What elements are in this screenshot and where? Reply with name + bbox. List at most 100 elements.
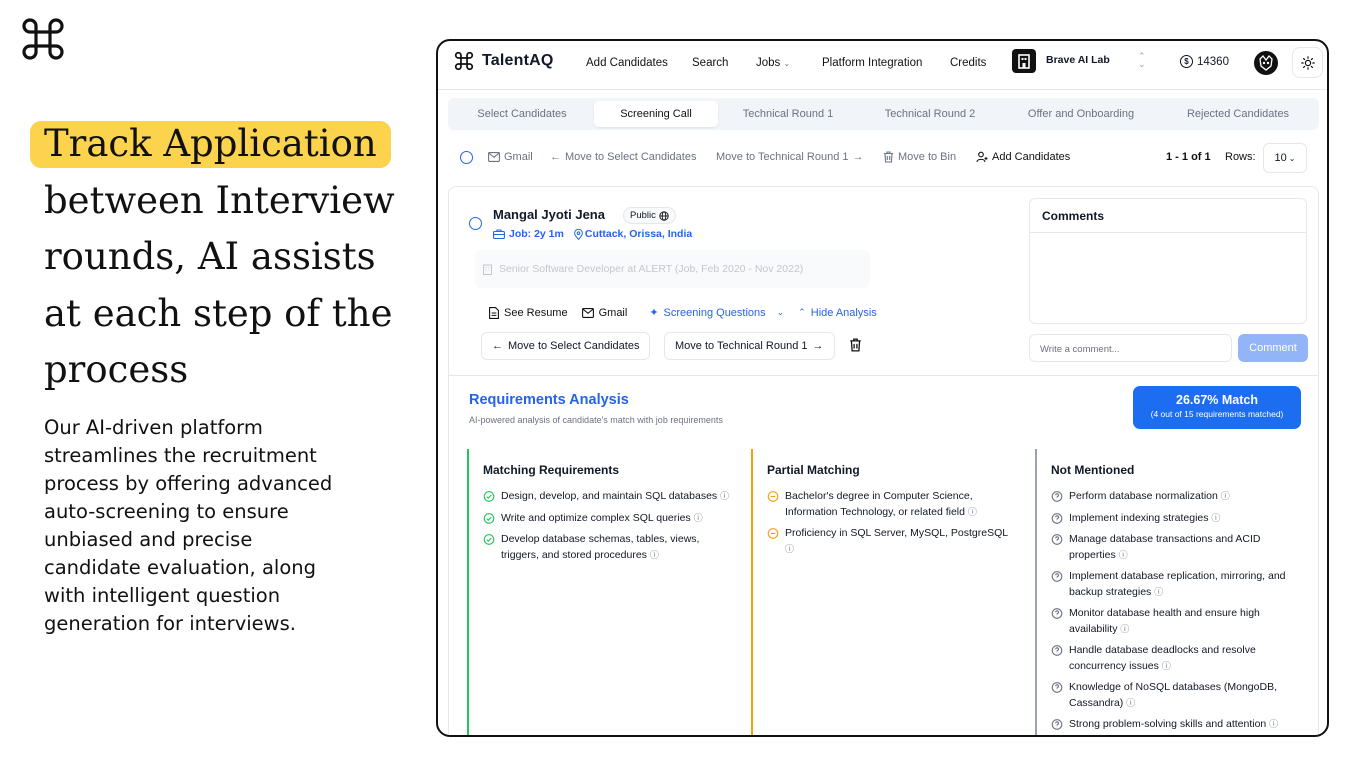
- move-to-select-button[interactable]: ← Move to Select Candidates: [481, 332, 651, 360]
- hero-headline: Track Application between Interview roun…: [30, 116, 410, 399]
- missing-heading: Not Mentioned: [1051, 463, 1135, 477]
- brand[interactable]: TalentAQ: [454, 51, 554, 71]
- candidate-actions: See Resume Gmail ✦ Screening Questions ⌄…: [489, 306, 877, 319]
- info-icon[interactable]: ⓘ: [1119, 550, 1128, 560]
- info-icon[interactable]: ⓘ: [1154, 587, 1163, 597]
- requirement-text: Perform database normalization ⓘ: [1069, 490, 1230, 502]
- command-key-icon: [454, 51, 474, 71]
- credits-balance: $ 14360: [1180, 55, 1229, 68]
- hide-analysis-label: Hide Analysis: [810, 306, 877, 319]
- dollar-coin-icon: $: [1180, 55, 1193, 68]
- comments-panel: Comments: [1029, 198, 1307, 324]
- screening-questions-button[interactable]: ✦ Screening Questions ⌄: [649, 306, 784, 320]
- minus-circle-icon: [767, 491, 779, 502]
- info-icon[interactable]: ⓘ: [694, 513, 703, 523]
- requirement-text: Handle database deadlocks and resolve co…: [1069, 644, 1256, 672]
- question-circle-icon: [1051, 682, 1063, 693]
- tab-technical-round-1[interactable]: Technical Round 1: [726, 101, 850, 127]
- requirement-text: Proficiency in SQL Server, MySQL, Postgr…: [785, 527, 1008, 554]
- toolbar-move-tech-button[interactable]: Move to Technical Round 1 →: [716, 151, 864, 163]
- toolbar-move-bin-label: Move to Bin: [898, 151, 957, 163]
- move-to-tech-label: Move to Technical Round 1: [675, 340, 808, 352]
- requirements-subtitle: AI-powered analysis of candidate's match…: [469, 415, 723, 425]
- mail-icon: [581, 307, 594, 318]
- requirements-title: Requirements Analysis: [469, 392, 629, 408]
- arrow-left-icon: ←: [550, 151, 561, 163]
- tab-select-candidates[interactable]: Select Candidates: [456, 101, 588, 127]
- nav-platform-integration[interactable]: Platform Integration: [822, 57, 922, 69]
- move-to-select-label: Move to Select Candidates: [508, 340, 640, 352]
- question-circle-icon: [1051, 719, 1063, 730]
- nav-add-candidates[interactable]: Add Candidates: [586, 57, 668, 69]
- candidate-name[interactable]: Mangal Jyoti Jena: [493, 207, 605, 222]
- partial-matching-column: Partial Matching Bachelor's degree in Co…: [751, 449, 1035, 735]
- info-icon[interactable]: ⓘ: [968, 507, 977, 517]
- theme-toggle-button[interactable]: [1292, 47, 1323, 78]
- user-avatar[interactable]: [1254, 51, 1278, 75]
- requirement-item: Write and optimize complex SQL queries ⓘ: [483, 511, 733, 527]
- comment-input[interactable]: Write a comment...: [1029, 334, 1232, 362]
- check-circle-icon: [483, 491, 495, 502]
- select-all-radio[interactable]: [460, 151, 473, 164]
- info-icon[interactable]: ⓘ: [1162, 661, 1171, 671]
- user-plus-icon: [976, 151, 988, 163]
- requirement-text: Implement indexing strategies ⓘ: [1069, 511, 1221, 524]
- organization-icon[interactable]: [1012, 49, 1036, 73]
- toolbar-gmail-label: Gmail: [504, 151, 533, 163]
- question-circle-icon: [1051, 534, 1063, 545]
- not-mentioned-column: Not Mentioned Perform database normaliza…: [1035, 449, 1319, 735]
- chevron-up-down-icon[interactable]: ⌃ ⌄: [1138, 52, 1146, 69]
- nav-search[interactable]: Search: [692, 57, 728, 69]
- info-icon[interactable]: ⓘ: [1221, 491, 1230, 501]
- bulk-actions-toolbar: Gmail ← Move to Select Candidates Move t…: [438, 141, 1327, 173]
- toolbar-move-bin-button[interactable]: Move to Bin: [883, 151, 956, 163]
- tab-screening-call[interactable]: Screening Call: [594, 101, 718, 127]
- info-icon[interactable]: ⓘ: [1211, 513, 1220, 523]
- requirement-item: Monitor database health and ensure high …: [1051, 606, 1301, 637]
- nav-jobs[interactable]: Jobs ⌄: [756, 57, 790, 69]
- candidate-meta: Job: 2y 1m Cuttack, Orissa, India: [493, 228, 692, 240]
- requirement-item: Implement indexing strategies ⓘ: [1051, 511, 1301, 527]
- comments-divider: [1030, 232, 1306, 233]
- gmail-button[interactable]: Gmail: [581, 307, 627, 319]
- info-icon[interactable]: ⓘ: [1126, 698, 1135, 708]
- info-icon[interactable]: ⓘ: [785, 544, 794, 554]
- toolbar-add-candidates-button[interactable]: Add Candidates: [976, 151, 1070, 163]
- sun-icon: [1300, 55, 1315, 70]
- check-circle-icon: [483, 534, 495, 545]
- tab-rejected-candidates[interactable]: Rejected Candidates: [1168, 101, 1308, 127]
- rows-per-page-select[interactable]: 10 ⌄: [1263, 143, 1307, 173]
- toolbar-move-tech-label: Move to Technical Round 1: [716, 151, 849, 163]
- matching-requirements-column: Matching Requirements Design, develop, a…: [467, 449, 751, 735]
- tab-offer-onboarding[interactable]: Offer and Onboarding: [1012, 101, 1150, 127]
- info-icon[interactable]: ⓘ: [650, 550, 659, 560]
- see-resume-button[interactable]: See Resume: [489, 307, 568, 319]
- job-duration-text: Job: 2y 1m: [509, 228, 564, 240]
- toolbar-gmail-button[interactable]: Gmail: [488, 151, 533, 163]
- info-icon[interactable]: ⓘ: [720, 491, 729, 501]
- briefcase-icon: [493, 229, 505, 239]
- hide-analysis-button[interactable]: ⌃ Hide Analysis: [798, 307, 877, 319]
- hero-description: Our AI-driven platform streamlines the r…: [44, 416, 333, 635]
- comment-submit-button[interactable]: Comment: [1238, 334, 1308, 362]
- requirement-text: Write and optimize complex SQL queries ⓘ: [501, 511, 703, 524]
- candidate-select-radio[interactable]: [469, 217, 482, 230]
- experience-text: Senior Software Developer at ALERT (Job,…: [499, 263, 804, 275]
- tab-technical-round-2[interactable]: Technical Round 2: [868, 101, 992, 127]
- experience-entry: Senior Software Developer at ALERT (Job,…: [475, 250, 870, 288]
- requirement-item: Strong problem-solving skills and attent…: [1051, 717, 1301, 733]
- app-screenshot-frame: TalentAQ Add Candidates Search Jobs ⌄ Pl…: [436, 39, 1329, 737]
- delete-trash-icon[interactable]: [849, 338, 862, 352]
- candidate-card: Mangal Jyoti Jena Public Job: 2y 1m Cutt…: [448, 186, 1319, 735]
- organization-name[interactable]: Brave AI Lab: [1046, 54, 1110, 66]
- see-resume-label: See Resume: [504, 306, 568, 319]
- job-duration: Job: 2y 1m: [493, 228, 564, 240]
- toolbar-move-select-label: Move to Select Candidates: [565, 151, 697, 163]
- requirement-text: Design, develop, and maintain SQL databa…: [501, 490, 730, 502]
- toolbar-add-candidates-label: Add Candidates: [992, 151, 1071, 163]
- nav-credits[interactable]: Credits: [950, 57, 986, 69]
- move-to-tech-button[interactable]: Move to Technical Round 1 →: [664, 332, 835, 360]
- toolbar-move-select-button[interactable]: ← Move to Select Candidates: [550, 151, 696, 163]
- info-icon[interactable]: ⓘ: [1120, 624, 1129, 634]
- info-icon[interactable]: ⓘ: [1269, 719, 1278, 729]
